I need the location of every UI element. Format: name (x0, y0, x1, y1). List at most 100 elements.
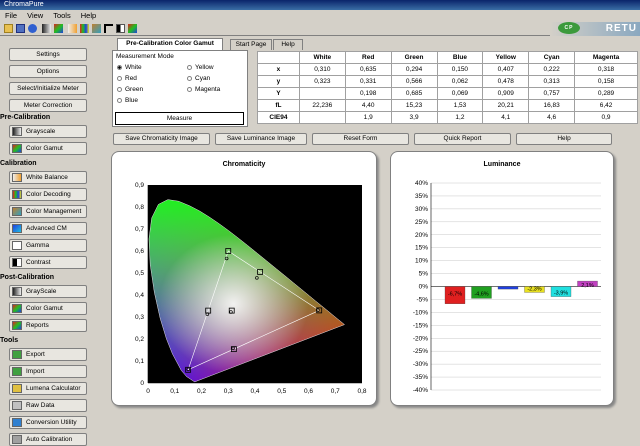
raw-data-icon (12, 401, 22, 410)
tab-help[interactable]: Help (273, 39, 303, 50)
radio-label: Blue (125, 97, 139, 104)
tools-import-button[interactable]: Import (9, 365, 87, 378)
menu-tools[interactable]: Tools (48, 10, 76, 22)
menu-help[interactable]: Help (76, 10, 101, 22)
y-tick-label: 20% (415, 232, 428, 239)
color-management-icon[interactable] (92, 24, 101, 33)
y-tick-label: 0,4 (135, 292, 144, 299)
tools-auto-calibration-button[interactable]: Auto Calibration (9, 433, 87, 446)
tools-lumena-calculator-button[interactable]: Lumena Calculator (9, 382, 87, 395)
brand-logo: CP (558, 22, 580, 34)
white-balance-icon[interactable] (68, 24, 77, 33)
menu-view[interactable]: View (22, 10, 48, 22)
save-icon[interactable] (16, 24, 25, 33)
contrast-icon[interactable] (116, 24, 125, 33)
meter-correction-button[interactable]: Meter Correction (9, 99, 87, 112)
radio-magenta[interactable]: Magenta (187, 86, 220, 93)
pre-calibration-color-gamut-button[interactable]: Color Gamut (9, 142, 87, 155)
button-label: Contrast (26, 259, 51, 266)
radio-circle[interactable] (187, 64, 192, 70)
color-gamut-icon (12, 304, 22, 313)
tab-start-page[interactable]: Start Page (230, 39, 272, 50)
white-balance-icon (12, 173, 22, 182)
table-cell: 3,9 (390, 111, 438, 124)
quick-report-button[interactable]: Quick Report (414, 133, 511, 145)
table-cell: 0,685 (390, 87, 438, 100)
x-tick-label: 0,2 (197, 388, 206, 395)
select-initialize-meter-button[interactable]: Select/Initialize Meter (9, 82, 87, 95)
calibration-gamma-button[interactable]: Gamma (9, 239, 87, 252)
post-color-gamut-icon[interactable] (128, 24, 137, 33)
y-tick-label: 0 (140, 380, 144, 387)
x-tick-label: 0,8 (357, 388, 366, 395)
options-button[interactable]: Options (9, 65, 87, 78)
select-initialize-meter-label: Select/Initialize Meter (17, 85, 79, 92)
post-calibration-reports-button[interactable]: Reports (9, 319, 87, 332)
post-calibration-color-gamut-button[interactable]: Color Gamut (9, 302, 87, 315)
table-row: Y 0,198 0,685 0,069 0,909 0,757 0,289 (257, 87, 638, 100)
column-header: Green (390, 51, 438, 64)
tools-export-button[interactable]: Export (9, 348, 87, 361)
radio-yellow[interactable]: Yellow (187, 64, 214, 71)
radio-blue[interactable]: Blue (117, 97, 138, 104)
calibration-white-balance-button[interactable]: White Balance (9, 171, 87, 184)
y-tick-label: 0% (419, 284, 429, 291)
button-label: Color Gamut (26, 305, 63, 312)
tools-raw-data-button[interactable]: Raw Data (9, 399, 87, 412)
color-decoding-icon[interactable] (80, 24, 89, 33)
y-tick-label: -10% (413, 309, 428, 316)
tools-conversion-utility-button[interactable]: Conversion Utility (9, 416, 87, 429)
grayscale-icon[interactable] (42, 24, 51, 33)
table-cell: 0,635 (344, 63, 392, 76)
table-cell: 0,062 (436, 75, 484, 88)
y-tick-label: -5% (416, 296, 428, 303)
radio-circle[interactable] (117, 97, 122, 103)
y-tick-label: 0,2 (135, 336, 144, 343)
table-cell: 0,323 (298, 75, 346, 88)
radio-circle[interactable] (187, 86, 192, 92)
calibration-advanced-cm-button[interactable]: Advanced CM (9, 222, 87, 235)
calibration-color-management-button[interactable]: Color Management (9, 205, 87, 218)
y-tick-label: 0,9 (135, 182, 144, 189)
calibration-color-decoding-button[interactable]: Color Decoding (9, 188, 87, 201)
reset-form-button[interactable]: Reset Form (312, 133, 409, 145)
radio-circle[interactable] (117, 64, 122, 70)
post-calibration-grayscale-button[interactable]: GrayScale (9, 285, 87, 298)
open-icon[interactable] (4, 24, 13, 33)
table-cell: 16,83 (528, 99, 576, 112)
radio-circle[interactable] (187, 75, 192, 81)
radio-label: White (125, 64, 142, 71)
radio-label: Magenta (195, 86, 221, 93)
bar-data-label-cyan: -3,9% (554, 291, 568, 297)
radio-red[interactable]: Red (117, 75, 137, 82)
table-cell: 4,40 (344, 99, 392, 112)
x-tick-label: 0,1 (170, 388, 179, 395)
save-chromaticity-image-button[interactable]: Save Chromaticity Image (113, 133, 210, 145)
table-cell: 0,294 (390, 63, 438, 76)
pre-calibration-grayscale-button[interactable]: Grayscale (9, 125, 87, 138)
radio-label: Red (125, 75, 137, 82)
radio-circle[interactable] (117, 75, 122, 81)
gamma-icon[interactable] (104, 24, 113, 33)
save-luminance-image-button[interactable]: Save Luminance Image (215, 133, 307, 145)
luminance-chart: 40% 35% 30% 25% 20% 15% 10% 5% 0% -5% -10% -15% -20%… (413, 180, 601, 394)
bar-data-label-magenta: 2,1% (581, 283, 594, 289)
radio-white[interactable]: White (117, 64, 142, 71)
x-tick-label: 0,7 (331, 388, 340, 395)
radio-circle[interactable] (117, 86, 122, 92)
menu-file[interactable]: File (0, 10, 22, 22)
settings-button[interactable]: Settings (9, 48, 87, 61)
brand-banner: CP RETU (550, 22, 640, 36)
help-button[interactable]: Help (516, 133, 612, 145)
button-label: Grayscale (26, 128, 56, 135)
measure-button[interactable]: Measure (115, 112, 244, 125)
help-icon[interactable] (28, 24, 37, 33)
button-label: White Balance (26, 174, 68, 181)
calibration-contrast-button[interactable]: Contrast (9, 256, 87, 269)
calculator-icon (12, 384, 22, 393)
radio-cyan[interactable]: Cyan (187, 75, 210, 82)
measurement-mode-title: Measurement Mode (116, 53, 174, 60)
radio-green[interactable]: Green (117, 86, 143, 93)
button-label: Color Gamut (26, 145, 63, 152)
color-gamut-icon[interactable] (54, 24, 63, 33)
